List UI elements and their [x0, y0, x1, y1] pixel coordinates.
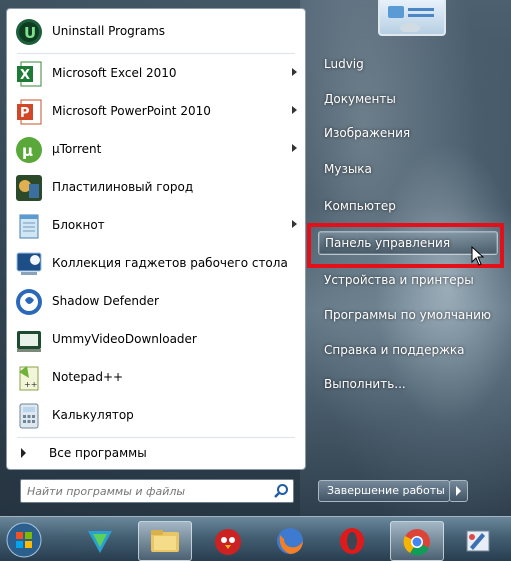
program-label: Калькулятор: [52, 408, 134, 422]
right-item-documents[interactable]: Документы: [318, 87, 502, 111]
right-item-label: Изображения: [324, 126, 411, 140]
program-item-notepad[interactable]: Блокнот: [7, 207, 305, 245]
program-label: Shadow Defender: [52, 294, 159, 308]
right-item-label: Программы по умолчанию: [324, 308, 492, 322]
plasticine-city-icon: [13, 172, 45, 204]
program-label: UmmyVideoDownloader: [52, 332, 197, 346]
shadow-defender-icon: [13, 286, 45, 318]
right-item-devices-printers[interactable]: Устройства и принтеры: [318, 268, 502, 292]
right-item-pictures[interactable]: Изображения: [318, 121, 502, 145]
right-item-user[interactable]: Ludvig: [318, 52, 502, 76]
program-label: Блокнот: [52, 218, 105, 232]
submenu-arrow-icon: [292, 106, 297, 114]
svg-text:++: ++: [24, 380, 37, 389]
program-label: Notepad++: [52, 370, 124, 384]
right-item-run[interactable]: Выполнить...: [318, 372, 502, 396]
program-item-calculator[interactable]: Калькулятор: [7, 397, 305, 435]
program-label: Microsoft Excel 2010: [52, 66, 177, 80]
program-label: Пластилиновый город: [52, 180, 194, 194]
chrome-icon[interactable]: [390, 521, 444, 561]
arrow-right-icon: [21, 448, 26, 458]
right-item-label: Компьютер: [324, 199, 396, 213]
svg-text:µ: µ: [22, 142, 33, 160]
angry-bird-icon[interactable]: [202, 521, 254, 559]
divider: [17, 53, 295, 54]
mouse-cursor-icon: [471, 246, 485, 266]
gadgets-icon: [13, 248, 45, 280]
program-item-shadow-defender[interactable]: Shadow Defender: [7, 283, 305, 321]
program-item-excel[interactable]: X Microsoft Excel 2010: [7, 55, 305, 93]
right-item-label: Выполнить...: [324, 377, 406, 391]
opera-icon[interactable]: [326, 521, 378, 559]
arrow-right-icon: [456, 486, 461, 496]
taskbar: [0, 516, 511, 561]
search-box[interactable]: [20, 479, 294, 503]
program-label: µTorrent: [52, 142, 102, 156]
excel-icon: X: [13, 58, 45, 90]
program-label: Коллекция гаджетов рабочего стола: [52, 256, 288, 270]
right-item-help-support[interactable]: Справка и поддержка: [318, 338, 502, 362]
program-item-ummy[interactable]: UmmyVideoDownloader: [7, 321, 305, 359]
shutdown-button[interactable]: Завершение работы: [318, 480, 450, 502]
ummy-icon: [13, 324, 45, 356]
right-item-default-programs[interactable]: Программы по умолчанию: [318, 303, 502, 327]
program-item-plasticine-city[interactable]: Пластилиновый город: [7, 169, 305, 207]
right-item-computer[interactable]: Компьютер: [318, 194, 502, 218]
program-label: Microsoft PowerPoint 2010: [52, 104, 211, 118]
divider: [17, 437, 295, 438]
notepad-plus-plus-icon: ++: [13, 362, 45, 394]
all-programs-button[interactable]: Все программы: [7, 439, 305, 467]
shutdown-label: Завершение работы: [327, 484, 445, 497]
svg-text:P: P: [20, 106, 30, 121]
search-icon[interactable]: [273, 483, 289, 499]
user-picture[interactable]: [378, 0, 446, 36]
windows-start-icon[interactable]: [2, 521, 48, 559]
programs-pane: U Uninstall Programs X Microsoft Excel 2…: [6, 8, 306, 470]
notepad-icon: [13, 210, 45, 242]
submenu-arrow-icon: [292, 144, 297, 152]
program-item-uninstall[interactable]: U Uninstall Programs: [7, 13, 305, 51]
search-input[interactable]: [25, 482, 269, 500]
firefox-icon[interactable]: [264, 521, 316, 559]
shield-app-icon[interactable]: [74, 521, 126, 559]
right-item-label: Устройства и принтеры: [324, 273, 474, 287]
explorer-folder-icon[interactable]: [138, 521, 192, 561]
svg-text:X: X: [20, 68, 30, 83]
program-item-notepad-plus-plus[interactable]: ++ Notepad++: [7, 359, 305, 397]
start-menu: U Uninstall Programs X Microsoft Excel 2…: [0, 0, 511, 516]
utorrent-icon: µ: [13, 134, 45, 166]
paint-icon[interactable]: [452, 521, 504, 559]
right-item-label: Документы: [324, 92, 396, 106]
all-programs-label: Все программы: [49, 446, 147, 460]
powerpoint-icon: P: [13, 96, 45, 128]
right-item-label: Справка и поддержка: [324, 343, 465, 357]
shutdown-options-button[interactable]: [449, 480, 468, 502]
submenu-arrow-icon: [292, 68, 297, 76]
program-label: Uninstall Programs: [52, 24, 166, 38]
svg-text:U: U: [24, 24, 36, 42]
right-item-label: Ludvig: [324, 57, 364, 71]
iobit-uninstaller-icon: U: [13, 16, 45, 48]
program-item-gadgets[interactable]: Коллекция гаджетов рабочего стола: [7, 245, 305, 283]
program-item-powerpoint[interactable]: P Microsoft PowerPoint 2010: [7, 93, 305, 131]
right-item-label: Музыка: [324, 162, 372, 176]
submenu-arrow-icon: [292, 220, 297, 228]
calculator-icon: [13, 400, 45, 432]
program-item-utorrent[interactable]: µ µTorrent: [7, 131, 305, 169]
right-item-music[interactable]: Музыка: [318, 157, 502, 181]
